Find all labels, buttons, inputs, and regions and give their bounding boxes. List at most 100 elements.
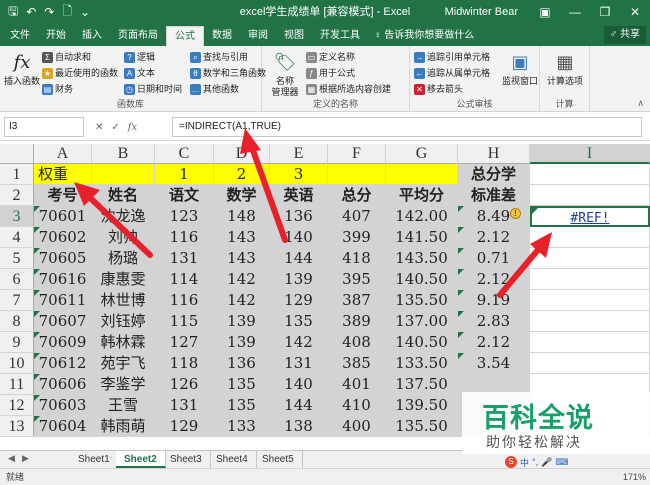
- sogou-icon[interactable]: S: [505, 456, 517, 468]
- cell[interactable]: 平均分: [386, 185, 458, 206]
- cell[interactable]: 123: [155, 206, 214, 227]
- cell[interactable]: 136: [214, 353, 270, 374]
- cell[interactable]: 144: [270, 395, 328, 416]
- sheet-tab[interactable]: Sheet2: [116, 451, 166, 468]
- cell[interactable]: 133: [214, 416, 270, 437]
- column-header[interactable]: C: [155, 144, 214, 164]
- select-all-corner[interactable]: [0, 144, 34, 164]
- cell[interactable]: 140: [270, 374, 328, 395]
- ime-punct[interactable]: °,: [532, 457, 538, 467]
- financial-button[interactable]: ▤ 财务: [42, 82, 73, 97]
- tell-me-search[interactable]: ♀ 告诉我你想要做什么: [368, 26, 480, 46]
- cell[interactable]: 标准差: [458, 185, 530, 206]
- create-from-selection-button[interactable]: ▦ 根据所选内容创建: [306, 82, 391, 97]
- cell[interactable]: 沈龙逸: [92, 206, 155, 227]
- cell[interactable]: 70612: [34, 353, 92, 374]
- tab-developer[interactable]: 开发工具: [312, 26, 368, 46]
- sheet-tab[interactable]: Sheet1: [70, 451, 119, 468]
- collapse-ribbon-icon[interactable]: ∧: [637, 98, 644, 109]
- cell[interactable]: 138: [270, 416, 328, 437]
- cell[interactable]: 王雪: [92, 395, 155, 416]
- math-button[interactable]: θ 数学和三角函数: [190, 66, 266, 81]
- cell[interactable]: 389: [328, 311, 386, 332]
- cell[interactable]: 70602: [34, 227, 92, 248]
- cell[interactable]: 70604: [34, 416, 92, 437]
- cell[interactable]: 129: [155, 416, 214, 437]
- microphone-icon[interactable]: 🎤: [541, 457, 552, 468]
- tab-review[interactable]: 审阅: [240, 26, 276, 46]
- cell[interactable]: 70611: [34, 290, 92, 311]
- cell[interactable]: 总分学: [458, 164, 530, 185]
- cell[interactable]: 137.00: [386, 311, 458, 332]
- cell[interactable]: 407: [328, 206, 386, 227]
- cell[interactable]: 133.50: [386, 353, 458, 374]
- tab-data[interactable]: 数据: [204, 26, 240, 46]
- cell[interactable]: 136: [270, 206, 328, 227]
- cell[interactable]: 140.50: [386, 269, 458, 290]
- cell[interactable]: [530, 269, 650, 290]
- cell[interactable]: [530, 290, 650, 311]
- save-icon[interactable]: 🖫: [8, 2, 18, 23]
- cell[interactable]: 英语: [270, 185, 328, 206]
- qat-dropdown-icon[interactable]: ⌄: [80, 5, 90, 19]
- cell[interactable]: 1: [155, 164, 214, 185]
- cell[interactable]: 135: [214, 374, 270, 395]
- cell[interactable]: 139: [214, 311, 270, 332]
- cell[interactable]: [530, 248, 650, 269]
- cell[interactable]: [530, 227, 650, 248]
- column-header[interactable]: F: [328, 144, 386, 164]
- next-sheet-icon[interactable]: ▶: [22, 453, 29, 464]
- cell[interactable]: 129: [270, 290, 328, 311]
- cell[interactable]: 400: [328, 416, 386, 437]
- row-header[interactable]: 5: [0, 248, 34, 269]
- cell[interactable]: 70616: [34, 269, 92, 290]
- cell[interactable]: [386, 164, 458, 185]
- cell[interactable]: 70606: [34, 374, 92, 395]
- column-header[interactable]: I: [530, 144, 650, 164]
- cell[interactable]: [530, 164, 650, 185]
- row-header[interactable]: 11: [0, 374, 34, 395]
- autosum-button[interactable]: Σ 自动求和: [42, 50, 91, 65]
- name-manager-button[interactable]: 🏷 名称 管理器: [268, 50, 302, 98]
- cell[interactable]: 135: [214, 395, 270, 416]
- cell[interactable]: 韩雨萌: [92, 416, 155, 437]
- cell[interactable]: 139: [270, 269, 328, 290]
- cell[interactable]: 387: [328, 290, 386, 311]
- cell[interactable]: 115: [155, 311, 214, 332]
- tab-view[interactable]: 视图: [276, 26, 312, 46]
- cell[interactable]: 131: [155, 395, 214, 416]
- cell[interactable]: 总分: [328, 185, 386, 206]
- cell[interactable]: 9.19: [458, 290, 530, 311]
- use-in-formula-button[interactable]: ƒ 用于公式: [306, 66, 355, 81]
- cell[interactable]: 140: [270, 227, 328, 248]
- tab-page-layout[interactable]: 页面布局: [110, 26, 166, 46]
- cell[interactable]: 399: [328, 227, 386, 248]
- cell[interactable]: 杨璐: [92, 248, 155, 269]
- cell[interactable]: 116: [155, 227, 214, 248]
- column-header[interactable]: D: [214, 144, 270, 164]
- cell[interactable]: 142: [214, 269, 270, 290]
- redo-icon[interactable]: ↷: [44, 5, 54, 19]
- fx-icon[interactable]: fx: [128, 122, 137, 133]
- cell[interactable]: 137.50: [386, 374, 458, 395]
- cell[interactable]: 401: [328, 374, 386, 395]
- remove-arrows-button[interactable]: ✕ 移去箭头: [414, 82, 463, 97]
- new-file-icon[interactable]: 🗋: [62, 2, 72, 23]
- cell[interactable]: 考号: [34, 185, 92, 206]
- cell[interactable]: 3.54: [458, 353, 530, 374]
- cell[interactable]: [530, 185, 650, 206]
- cell[interactable]: 395: [328, 269, 386, 290]
- cell[interactable]: 408: [328, 332, 386, 353]
- sheet-tab[interactable]: Sheet4: [208, 451, 257, 468]
- trace-dependents-button[interactable]: ← 追踪从属单元格: [414, 66, 490, 81]
- cell[interactable]: 刘钰婷: [92, 311, 155, 332]
- cell[interactable]: [530, 353, 650, 374]
- cell[interactable]: 139.50: [386, 395, 458, 416]
- cell[interactable]: [530, 311, 650, 332]
- cell[interactable]: 2: [214, 164, 270, 185]
- restore-icon[interactable]: ❐: [590, 0, 620, 24]
- trace-precedents-button[interactable]: → 追踪引用单元格: [414, 50, 490, 65]
- column-header[interactable]: A: [34, 144, 92, 164]
- row-header[interactable]: 9: [0, 332, 34, 353]
- zoom-level[interactable]: 171%: [623, 469, 646, 485]
